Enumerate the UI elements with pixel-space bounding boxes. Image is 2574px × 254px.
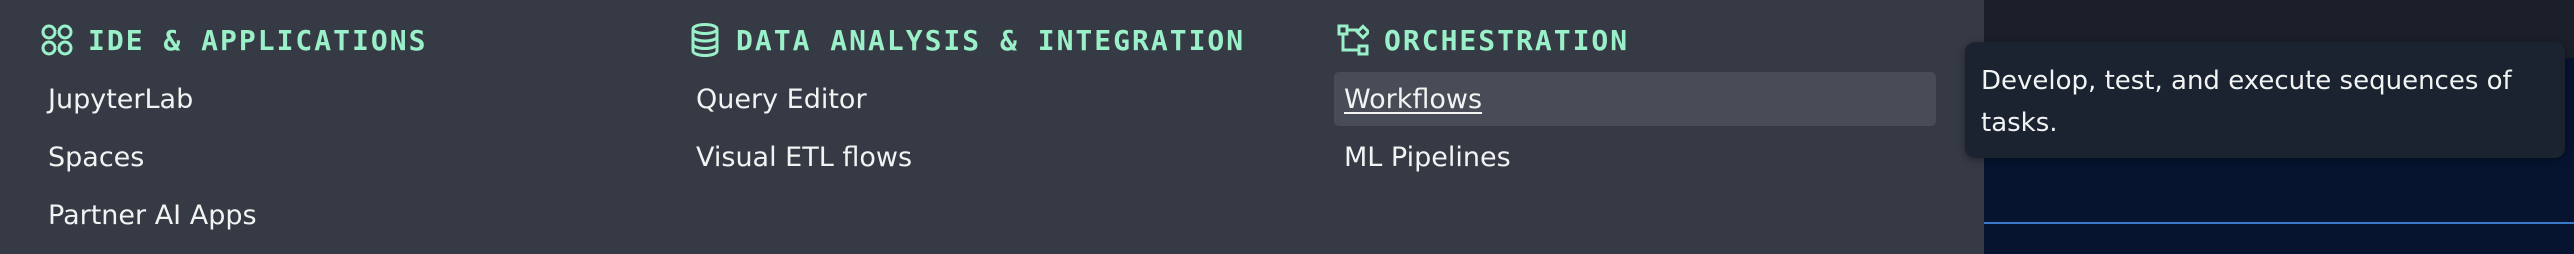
page: IDE & APPLICATIONS JupyterLab Spaces Par… bbox=[0, 0, 2574, 254]
tooltip-text: Develop, test, and execute sequences of … bbox=[1981, 66, 2512, 138]
menu-item-ml-pipelines[interactable]: ML Pipelines bbox=[1336, 130, 1511, 184]
menu-item-label: Spaces bbox=[48, 141, 145, 173]
menu-item-label: Query Editor bbox=[696, 83, 867, 115]
menu-item-spaces[interactable]: Spaces bbox=[40, 130, 144, 184]
column-header: IDE & APPLICATIONS bbox=[40, 22, 427, 58]
menu-item-label: Workflows bbox=[1344, 83, 1483, 115]
workflows-tooltip: Develop, test, and execute sequences of … bbox=[1965, 42, 2565, 158]
backdrop-divider bbox=[1984, 222, 2574, 224]
column-header: ORCHESTRATION bbox=[1336, 22, 1629, 58]
workflow-icon bbox=[1336, 23, 1370, 57]
column-title: IDE & APPLICATIONS bbox=[88, 23, 428, 57]
menu-item-workflows[interactable]: Workflows bbox=[1334, 72, 1936, 126]
services-menu: IDE & APPLICATIONS JupyterLab Spaces Par… bbox=[0, 0, 1984, 254]
menu-item-jupyterlab[interactable]: JupyterLab bbox=[40, 72, 193, 126]
menu-item-label: ML Pipelines bbox=[1344, 141, 1511, 173]
menu-item-visual-etl-flows[interactable]: Visual ETL flows bbox=[688, 130, 912, 184]
column-header: DATA ANALYSIS & INTEGRATION bbox=[688, 22, 1245, 58]
menu-item-label: Partner AI Apps bbox=[48, 199, 257, 231]
database-icon bbox=[688, 23, 722, 57]
menu-item-query-editor[interactable]: Query Editor bbox=[688, 72, 867, 126]
column-title: DATA ANALYSIS & INTEGRATION bbox=[736, 23, 1246, 57]
apps-grid-icon bbox=[40, 23, 74, 57]
menu-item-label: JupyterLab bbox=[48, 83, 194, 115]
menu-item-partner-ai-apps[interactable]: Partner AI Apps bbox=[40, 188, 257, 242]
column-title: ORCHESTRATION bbox=[1384, 23, 1630, 57]
menu-item-label: Visual ETL flows bbox=[696, 141, 913, 173]
